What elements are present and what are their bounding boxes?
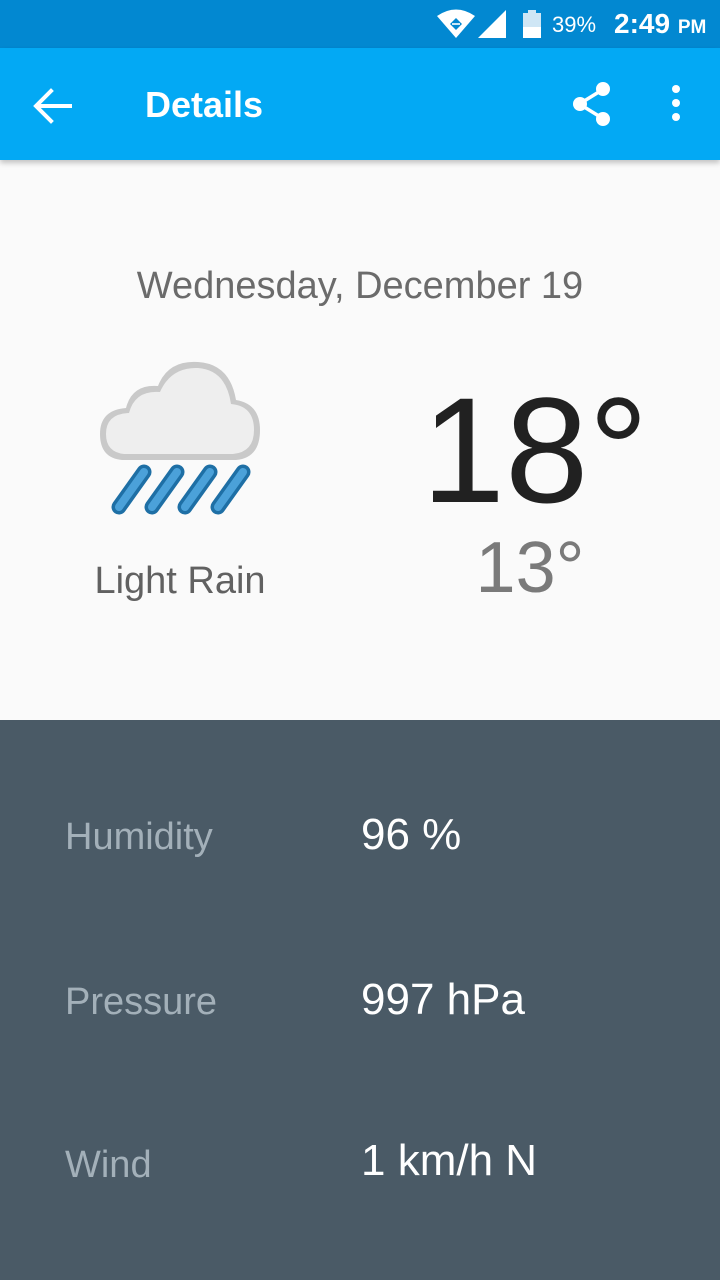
humidity-value: 96 % [361, 810, 462, 859]
signal-icon [478, 10, 506, 38]
clock-ampm: PM [677, 17, 707, 38]
pressure-value: 997 hPa [361, 975, 525, 1024]
weather-condition: Light Rain [94, 560, 266, 602]
high-temperature: 18° [421, 366, 649, 534]
battery-percent: 39% [552, 12, 597, 37]
wind-value: 1 km/h N [361, 1136, 538, 1185]
more-vert-icon [672, 85, 680, 121]
low-temperature: 13° [475, 528, 585, 608]
forecast-date: Wednesday, December 19 [136, 265, 584, 307]
battery-icon [523, 10, 541, 38]
share-icon [573, 82, 610, 126]
back-button[interactable] [24, 78, 80, 134]
share-button[interactable] [566, 78, 618, 130]
light-rain-icon [100, 361, 260, 515]
humidity-label: Humidity [65, 816, 213, 858]
more-options-button[interactable] [656, 78, 696, 130]
status-clock: 2:49 PM [614, 8, 706, 40]
app-bar: Details [0, 48, 720, 160]
status-bar: 39% 2:49 PM [0, 0, 720, 48]
clock-time: 2:49 [614, 8, 671, 39]
pressure-label: Pressure [65, 981, 218, 1023]
arrow-back-icon [33, 88, 72, 124]
forecast-header: Wednesday, December 19 Light Rain 18° 13… [0, 160, 720, 720]
humidity-row: Humidity 96 % [0, 810, 720, 890]
page-title: Details [145, 84, 264, 125]
wind-label: Wind [65, 1144, 152, 1186]
wifi-icon [437, 9, 475, 38]
wind-row: Wind 1 km/h N [0, 1136, 720, 1220]
pressure-row: Pressure 997 hPa [0, 975, 720, 1055]
details-panel: Humidity 96 % Pressure 997 hPa Wind 1 km… [0, 720, 720, 1280]
